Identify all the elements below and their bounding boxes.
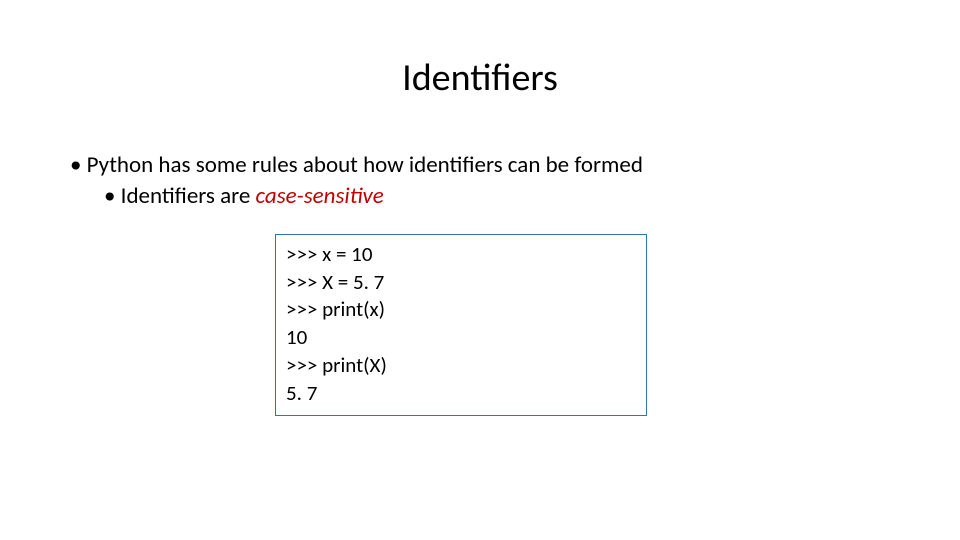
code-line-5: >>> print(X): [286, 352, 387, 378]
bullet-lvl2-0: Identifiers are case-sensitive: [104, 181, 900, 212]
bullet-lvl1-0-text: Python has some rules about how identifi…: [87, 151, 643, 179]
code-example-box: >>> x = 10 >>> X = 5. 7 >>> print(x) 10 …: [275, 234, 647, 416]
bullet-lvl1-0: Python has some rules about how identifi…: [70, 150, 900, 212]
code-line-1: >>> x = 10: [286, 241, 372, 267]
code-line-2: >>> X = 5. 7: [286, 269, 384, 295]
code-line-3: >>> print(x): [286, 296, 385, 322]
bullet-lvl2-0-prefix: Identifiers are: [121, 182, 256, 210]
slide-title: Identifiers: [0, 55, 960, 101]
slide-body: Python has some rules about how identifi…: [70, 150, 900, 212]
code-line-6: 5. 7: [286, 380, 317, 406]
code-line-4: 10: [286, 324, 307, 350]
bullet-lvl2-0-emph: case-sensitive: [255, 182, 383, 210]
